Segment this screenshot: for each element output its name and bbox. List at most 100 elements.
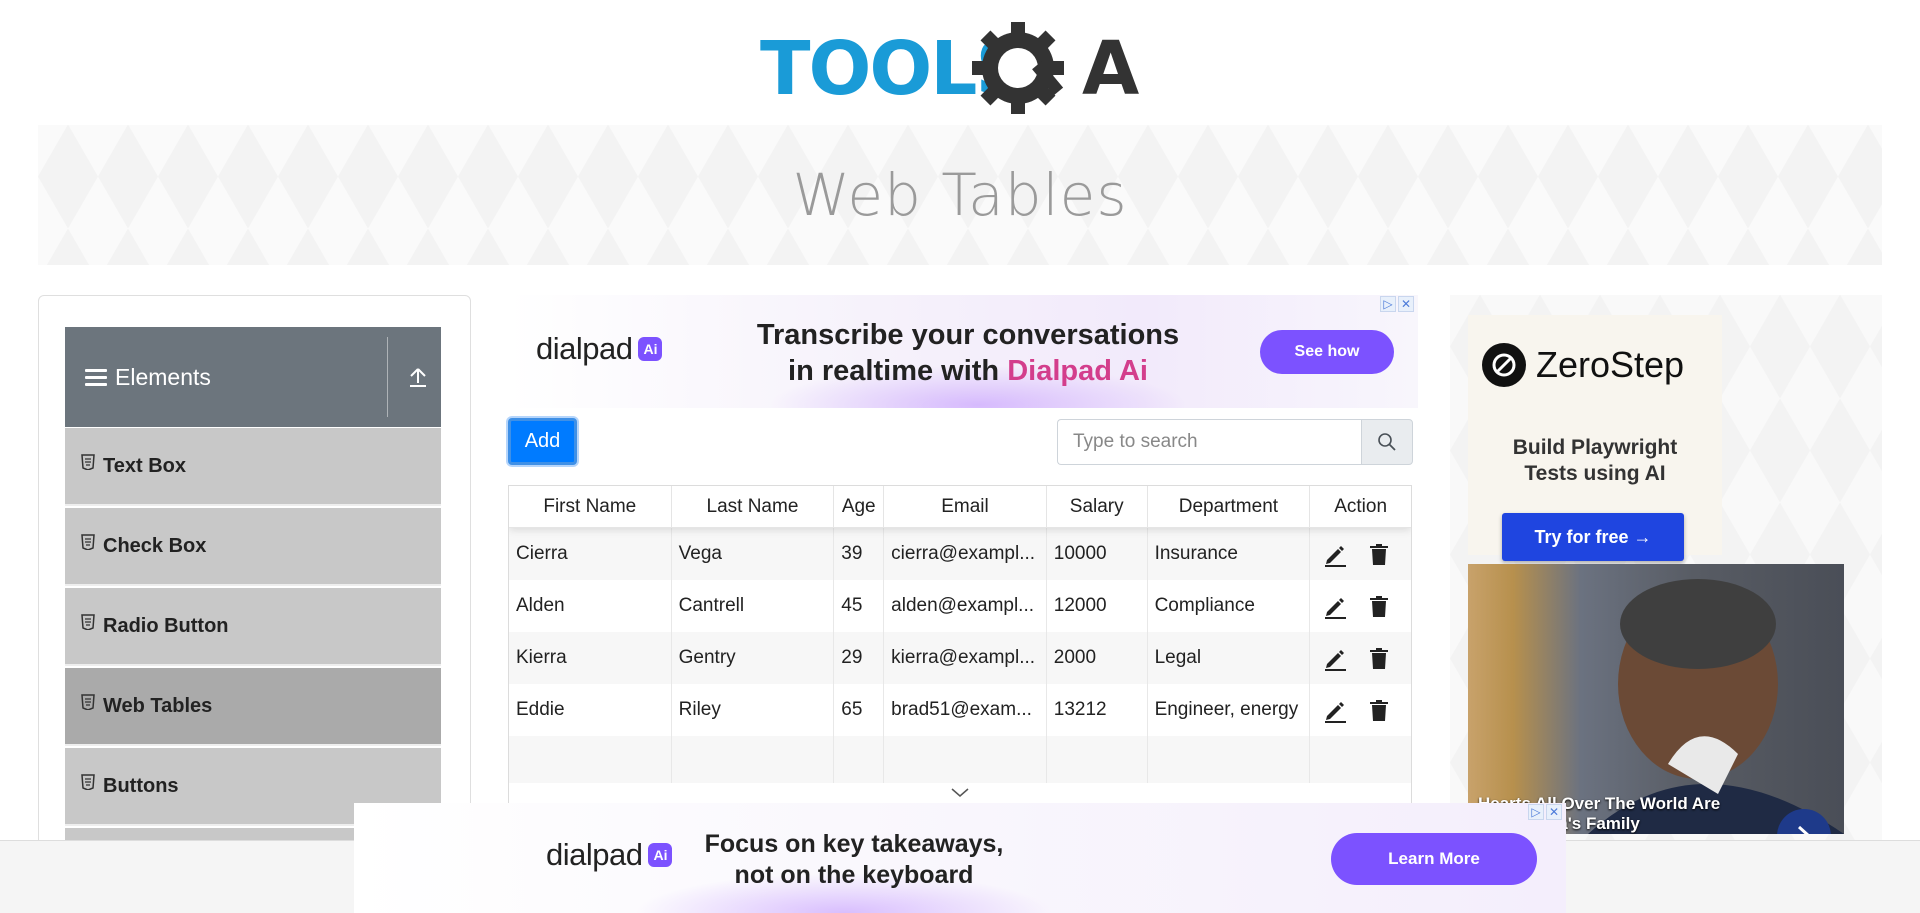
- cell-age: 39: [834, 528, 885, 580]
- dialpad-logo: dialpad Ai: [536, 331, 663, 367]
- cell-salary: 12000: [1047, 580, 1148, 632]
- sidebar-item-label: Buttons: [103, 774, 179, 797]
- page-banner: Web Tables: [38, 125, 1882, 265]
- ad-banner-bottom[interactable]: dialpad Ai Focus on key takeaways, not o…: [354, 803, 1566, 913]
- dialpad-ai-badge: Ai: [638, 337, 663, 361]
- column-header-first-name[interactable]: First Name: [509, 486, 672, 527]
- ad-choices[interactable]: ▷ ✕: [1380, 296, 1414, 312]
- column-header-email[interactable]: Email: [884, 486, 1047, 527]
- zerostep-logo: ZeroStep: [1482, 343, 1684, 387]
- table-header: First Name Last Name Age Email Salary De…: [509, 486, 1411, 528]
- table-row: Alden Cantrell 45 alden@exampl... 12000 …: [509, 580, 1411, 632]
- ad-banner-top[interactable]: dialpad Ai Transcribe your conversations…: [508, 295, 1418, 408]
- ad-see-how-button[interactable]: See how: [1260, 330, 1394, 374]
- search-input[interactable]: Type to search: [1057, 419, 1361, 465]
- cell-first-name: Cierra: [509, 528, 672, 580]
- dialpad-wordmark: dialpad: [536, 331, 633, 366]
- ad-headline-line2: in realtime with Dialpad Ai: [718, 353, 1218, 389]
- zerostep-ad[interactable]: ZeroStep Build Playwright Tests using AI…: [1468, 315, 1722, 561]
- cell-last-name: Vega: [672, 528, 835, 580]
- sidebar-item-label: Text Box: [103, 454, 186, 477]
- add-button[interactable]: Add: [508, 418, 577, 465]
- cell-last-name: Riley: [672, 684, 835, 736]
- column-header-last-name[interactable]: Last Name: [672, 486, 835, 527]
- cell-salary: 13212: [1047, 684, 1148, 736]
- cell-age: 29: [834, 632, 885, 684]
- edit-icon[interactable]: [1322, 593, 1348, 619]
- ad-headline-highlight: Dialpad Ai: [1007, 355, 1148, 387]
- ad-headline-line1: Transcribe your conversations: [756, 319, 1180, 351]
- delete-icon[interactable]: [1366, 541, 1392, 567]
- table-row: Eddie Riley 65 brad51@exam... 13212 Engi…: [509, 684, 1411, 736]
- cell-email: alden@exampl...: [884, 580, 1047, 632]
- ad-close-icon[interactable]: ✕: [1546, 804, 1562, 820]
- sidebar-item-label: Check Box: [103, 534, 207, 557]
- toolsqa-logo[interactable]: TOOLS A: [760, 16, 1165, 116]
- cell-department: Legal: [1148, 632, 1311, 684]
- news-photo-ad[interactable]: Hearts All Over The World Are For Obama'…: [1468, 564, 1844, 834]
- header-divider: [387, 337, 388, 417]
- zerostep-subtitle-line2: Tests using AI: [1524, 462, 1666, 485]
- html5-icon: [81, 694, 95, 710]
- cell-email: brad51@exam...: [884, 684, 1047, 736]
- zerostep-subtitle-line1: Build Playwright: [1512, 436, 1678, 459]
- ad-headline-line1: Focus on key takeaways,: [704, 830, 1004, 858]
- dialpad-wordmark: dialpad: [546, 837, 643, 872]
- delete-icon[interactable]: [1366, 645, 1392, 671]
- search-button[interactable]: [1361, 419, 1413, 465]
- cell-salary: 10000: [1047, 528, 1148, 580]
- web-table: First Name Last Name Age Email Salary De…: [508, 485, 1412, 805]
- edit-icon[interactable]: [1322, 541, 1348, 567]
- table-row-empty: [509, 736, 1411, 783]
- cell-first-name: Eddie: [509, 684, 672, 736]
- sidebar-item-text-box[interactable]: Text Box: [65, 428, 441, 506]
- cell-last-name: Cantrell: [672, 580, 835, 632]
- group-title: Elements: [115, 363, 211, 390]
- table-more[interactable]: [509, 783, 1411, 803]
- ad-learn-more-button[interactable]: Learn More: [1331, 833, 1537, 885]
- ad-close-icon[interactable]: ✕: [1398, 296, 1414, 312]
- delete-icon[interactable]: [1366, 697, 1392, 723]
- ad-choices[interactable]: ▷ ✕: [1528, 804, 1562, 820]
- edit-icon[interactable]: [1322, 645, 1348, 671]
- logo-text-a: A: [1082, 26, 1139, 112]
- page-title: Web Tables: [792, 161, 1128, 229]
- cell-department: Insurance: [1148, 528, 1311, 580]
- try-for-free-button[interactable]: Try for free →: [1502, 513, 1684, 561]
- cell-salary: 2000: [1047, 632, 1148, 684]
- chevron-right-icon: [1797, 825, 1810, 834]
- ad-info-icon[interactable]: ▷: [1528, 804, 1544, 820]
- cell-department: Engineer, energy: [1148, 684, 1311, 736]
- search-box: Type to search: [1057, 419, 1413, 465]
- cell-action: [1310, 684, 1411, 736]
- sidebar-item-radio-button[interactable]: Radio Button: [65, 588, 441, 666]
- ad-info-icon[interactable]: ▷: [1380, 296, 1396, 312]
- chevron-down-icon[interactable]: [951, 788, 969, 798]
- ad-headline: Transcribe your conversations in realtim…: [718, 317, 1218, 389]
- column-header-age[interactable]: Age: [834, 486, 885, 527]
- edit-icon[interactable]: [1322, 697, 1348, 723]
- html5-icon: [81, 774, 95, 790]
- html5-icon: [81, 614, 95, 630]
- cell-email: kierra@exampl...: [884, 632, 1047, 684]
- page: TOOLS A Web Tables Elements Text Box Che…: [0, 0, 1920, 913]
- cell-last-name: Gentry: [672, 632, 835, 684]
- html5-icon: [81, 534, 95, 550]
- search-icon: [1378, 433, 1396, 451]
- sidebar-item-label: Radio Button: [103, 614, 229, 637]
- zerostep-logo-icon: [1482, 343, 1526, 387]
- table-row: Cierra Vega 39 cierra@exampl... 10000 In…: [509, 528, 1411, 580]
- zerostep-wordmark: ZeroStep: [1536, 344, 1685, 385]
- sidebar-item-web-tables[interactable]: Web Tables: [65, 668, 441, 746]
- cell-action: [1310, 528, 1411, 580]
- column-header-department[interactable]: Department: [1148, 486, 1311, 527]
- elements-group-header[interactable]: Elements: [65, 327, 441, 427]
- column-header-salary[interactable]: Salary: [1047, 486, 1148, 527]
- collapse-arrow-icon[interactable]: [407, 365, 429, 389]
- delete-icon[interactable]: [1366, 593, 1392, 619]
- cell-action: [1310, 632, 1411, 684]
- cell-age: 45: [834, 580, 885, 632]
- ad-headline-line2: not on the keyboard: [734, 861, 974, 889]
- cell-department: Compliance: [1148, 580, 1311, 632]
- sidebar-item-check-box[interactable]: Check Box: [65, 508, 441, 586]
